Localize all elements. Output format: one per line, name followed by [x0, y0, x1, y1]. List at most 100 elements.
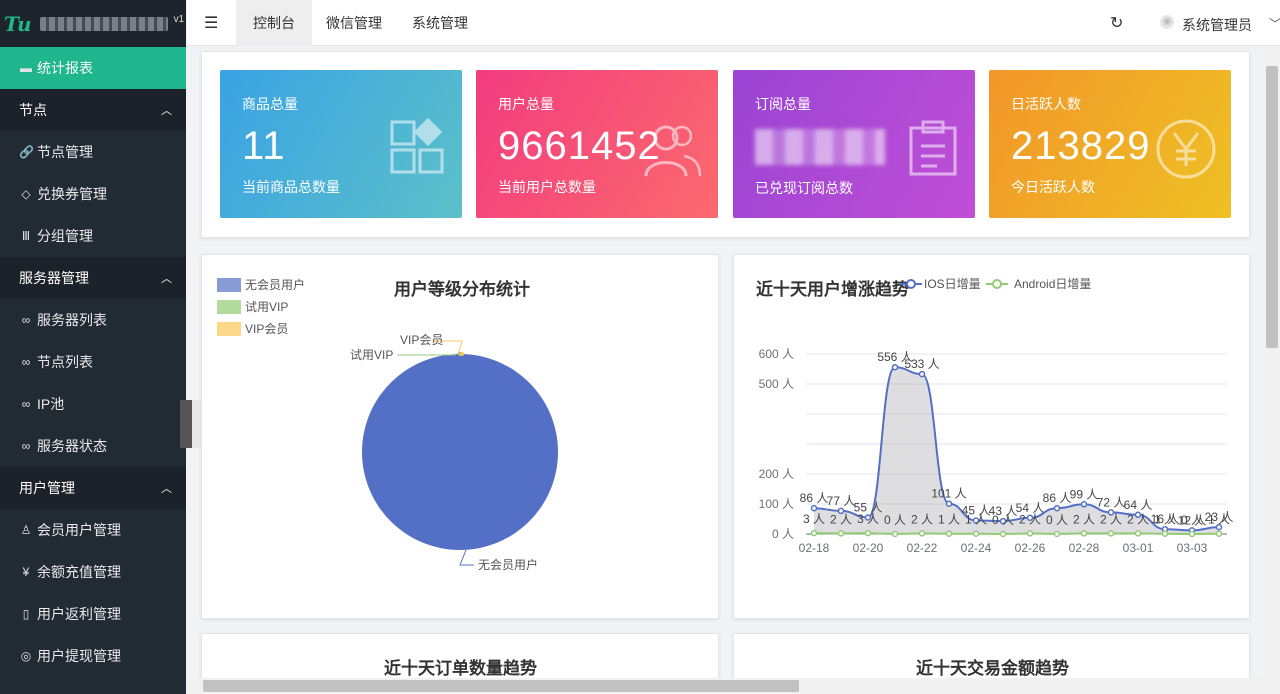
refresh-icon[interactable]: ↻	[1110, 13, 1123, 33]
sidebar-item[interactable]: ∞ IP池	[0, 383, 186, 425]
data-point-android	[1026, 530, 1034, 537]
sidebar-group-2[interactable]: 用户管理 ︿	[0, 467, 186, 509]
sidebar-group-label: 节点	[19, 102, 47, 118]
report-icon: ▬	[20, 61, 32, 75]
data-label-android: 0 人	[992, 513, 1014, 527]
menu-icon: ◇	[21, 187, 31, 201]
sidebar-item-label: 兑换券管理	[37, 186, 107, 202]
sidebar-item-label: 统计报表	[37, 60, 93, 76]
line-chart: IOS日增量 Android日增量 0 人 100 人 200 人 500 人 600 …	[759, 277, 1234, 555]
stat-subtitle: 今日活跃人数	[1011, 179, 1095, 195]
data-point-android	[1188, 530, 1196, 538]
sidebar-group-0[interactable]: 节点 ︿	[0, 89, 186, 131]
sidebar-scrollbar[interactable]	[180, 400, 192, 448]
stat-card-subscriptions: 订阅总量 已兑现订阅总数	[733, 70, 975, 218]
sidebar-item[interactable]: ∞ 服务器列表	[0, 299, 186, 341]
tab-wechat[interactable]: 微信管理	[309, 0, 399, 46]
data-label-android: 1 人	[965, 513, 987, 527]
horizontal-scrollbar-thumb[interactable]	[203, 680, 799, 692]
data-point-android	[1107, 530, 1115, 537]
x-tick-label: 02-24	[961, 541, 992, 555]
data-point-android	[945, 530, 953, 537]
data-point-android	[1134, 530, 1142, 537]
user-name[interactable]: 系统管理员	[1182, 15, 1252, 35]
stat-card-products: 商品总量 11 当前商品总数量	[220, 70, 462, 218]
stat-subtitle: 当前商品总数量	[242, 179, 340, 195]
brand-name-blurred	[39, 16, 168, 31]
menu-icon: ∞	[21, 397, 31, 411]
sidebar-item-label: 服务器状态	[37, 438, 107, 454]
callout-label-free: 无会员用户	[478, 557, 538, 572]
chevron-up-icon: ︿	[161, 483, 172, 495]
sidebar-group-label: 服务器管理	[19, 270, 89, 286]
pie-slice-free	[362, 354, 558, 550]
user-avatar-icon[interactable]: ◉	[1160, 15, 1174, 29]
data-point-android	[1215, 530, 1223, 537]
sidebar-item[interactable]: ¥ 余额充值管理	[0, 551, 186, 593]
data-label-ios: 64 人	[1124, 498, 1153, 512]
sidebar-item-label: 节点列表	[37, 354, 93, 370]
sidebar-item[interactable]: Ⅲ 分组管理	[0, 215, 186, 257]
stat-title: 用户总量	[498, 96, 554, 112]
callout-label-trial: 试用VIP	[350, 347, 393, 362]
data-label-ios: 99 人	[1070, 487, 1099, 501]
sidebar-item[interactable]: ◎ 用户提现管理	[0, 635, 186, 677]
data-point-android	[1080, 530, 1088, 537]
x-tick-label: 03-01	[1123, 541, 1154, 555]
brand[interactable]: Tu v1	[0, 0, 186, 47]
x-tick-label: 02-28	[1069, 541, 1100, 555]
brand-logo: Tu	[4, 11, 32, 36]
x-tick-label: 02-22	[907, 541, 938, 555]
data-label-android: 2 人	[1019, 512, 1041, 526]
data-label-android: 2 人	[1100, 512, 1122, 526]
x-tick-label: 03-03	[1177, 541, 1208, 555]
data-label-android: 3 人	[803, 512, 825, 526]
sidebar-item[interactable]: ∞ 服务器状态	[0, 425, 186, 467]
chart-title: 近十天订单数量趋势	[384, 659, 537, 678]
data-label-ios: 77 人	[827, 494, 856, 508]
data-label-android: 0 人	[1181, 513, 1203, 527]
data-point-ios	[945, 500, 953, 507]
x-tick-label: 02-26	[1015, 541, 1046, 555]
data-point-android	[891, 530, 899, 538]
menu-icon: ♙	[20, 523, 32, 537]
sidebar-group-1[interactable]: 服务器管理 ︿	[0, 257, 186, 299]
sidebar-item[interactable]: ♙ 会员用户管理	[0, 509, 186, 551]
data-label-android: 2 人	[1073, 512, 1095, 526]
y-tick-label: 0 人	[772, 527, 794, 541]
menu-toggle-icon[interactable]: ☰	[204, 13, 218, 33]
sidebar-item[interactable]: 🔗 节点管理	[0, 131, 186, 173]
sidebar-item[interactable]: ▯ 用户返利管理	[0, 593, 186, 635]
stat-card-users: 用户总量 9661452 当前用户总数量	[476, 70, 718, 218]
sidebar-item-label: 用户提现管理	[37, 648, 121, 664]
data-point-android	[1053, 530, 1061, 538]
clipboard-icon	[909, 120, 957, 176]
y-tick-label: 500 人	[759, 377, 794, 391]
data-label-ios: 533 人	[904, 357, 939, 371]
data-label-ios: 72 人	[1097, 495, 1126, 509]
legend-label: IOS日增量	[924, 277, 981, 291]
tab-console[interactable]: 控制台	[236, 0, 312, 46]
chart-title: 近十天交易金额趋势	[916, 659, 1069, 678]
x-tick-label: 02-20	[853, 541, 884, 555]
data-label-ios: 86 人	[800, 491, 829, 505]
pie-chart-panel: 用户等级分布统计 无会员用户 试用VIP VIP会员 VIP会员 试用VIP 无…	[201, 254, 719, 619]
data-label-android: 0 人	[884, 513, 906, 527]
callout-label-vip: VIP会员	[400, 333, 443, 347]
data-point-android	[810, 529, 818, 537]
vertical-scrollbar-thumb[interactable]	[1266, 66, 1278, 348]
data-label-android: 2 人	[1127, 512, 1149, 526]
menu-icon: ∞	[21, 439, 31, 453]
menu-icon: Ⅲ	[21, 229, 31, 243]
stat-title: 订阅总量	[755, 96, 811, 112]
stat-title: 日活跃人数	[1011, 96, 1081, 112]
menu-icon: ∞	[21, 313, 31, 327]
chevron-down-icon[interactable]: ﹀	[1269, 15, 1280, 32]
tab-system[interactable]: 系统管理	[395, 0, 485, 46]
data-label-android: 1 人	[1208, 513, 1230, 527]
sidebar-item-stats-report[interactable]: ▬ 统计报表	[0, 47, 186, 89]
line-chart-panel: 近十天用户增涨趋势 IOS日增量 Android日增量 0 人 100 人 200 …	[733, 254, 1250, 619]
data-point-ios	[810, 504, 818, 512]
sidebar-item[interactable]: ∞ 节点列表	[0, 341, 186, 383]
sidebar-item[interactable]: ◇ 兑换券管理	[0, 173, 186, 215]
